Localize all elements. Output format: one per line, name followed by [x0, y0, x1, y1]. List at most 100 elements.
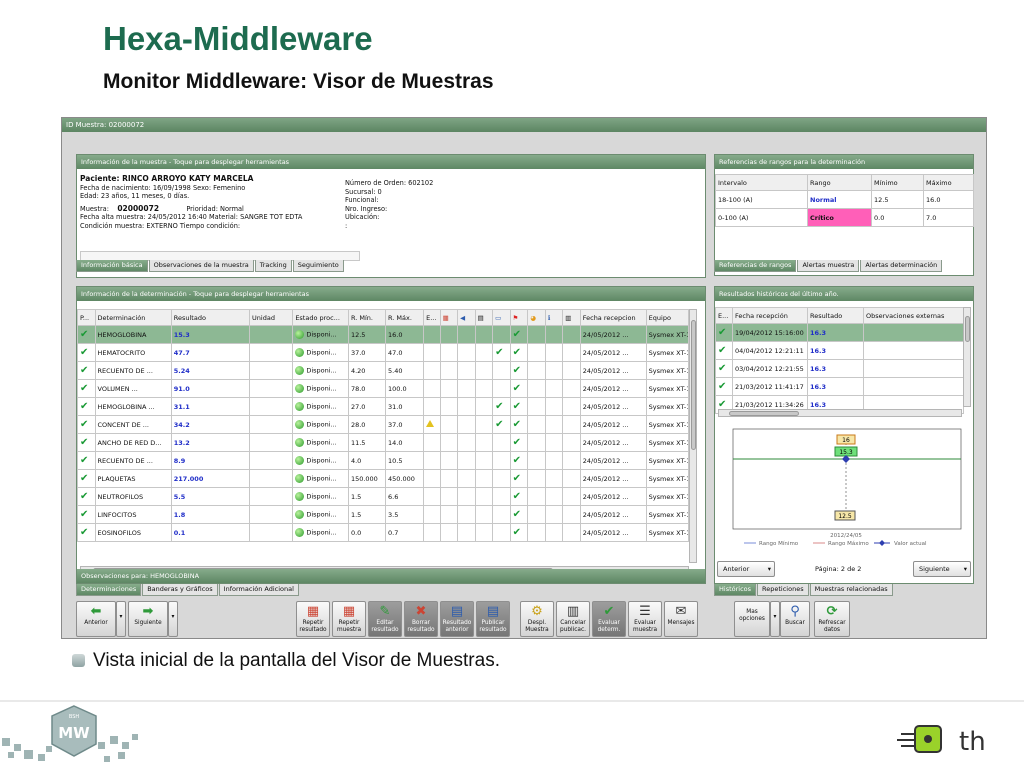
determination-row[interactable]: ✔ VOLUMEN ... 91.0 Disponi... 78.0 100.0 ✔ 24/0…: [77, 379, 690, 398]
tab-determinations[interactable]: Determinaciones: [76, 584, 142, 596]
refresh-button[interactable]: ⟳ Refrescar datos: [814, 601, 850, 637]
history-prev-button[interactable]: Anterior ▾: [717, 561, 775, 577]
history-hscroll[interactable]: [718, 409, 962, 417]
tab-sample-alerts[interactable]: Alertas muestra: [797, 260, 860, 272]
speaker-icon: ◀: [460, 313, 466, 322]
search-button[interactable]: ⚲ Buscar: [780, 601, 810, 637]
col-rmin[interactable]: R. Mín.: [347, 309, 387, 326]
toolbar-button-borrar-resultado[interactable]: ✖ Borrar resultado: [404, 601, 438, 637]
toolbar-button-publicar-resultado[interactable]: ▤ Publicar resultado: [476, 601, 510, 637]
check-icon: ✔: [512, 454, 522, 466]
toolbar-button-resultado-anterior[interactable]: ▤ Resultado anterior: [440, 601, 474, 637]
tab-repetitions[interactable]: Repeticiones: [757, 584, 809, 596]
history-header[interactable]: Resultados históricos del último año.: [715, 287, 973, 301]
determination-row[interactable]: ✔ NEUTROFILOS 5.5 Disponi... 1.5 6.6 ✔ 24/05/20…: [77, 487, 690, 506]
determination-row[interactable]: ✔ ANCHO DE RED D... 13.2 Disponi... 11.5 14.0…: [77, 433, 690, 452]
history-next-button[interactable]: Siguiente ▾: [913, 561, 971, 577]
previous-button[interactable]: ⬅ Anterior: [76, 601, 116, 637]
ranges-header[interactable]: Referencias de rangos para la determinac…: [715, 155, 973, 169]
toolbar-button-evaluar-determ-[interactable]: ✔ Evaluar determ.: [592, 601, 626, 637]
col-reception-date[interactable]: Fecha recepcion: [579, 309, 647, 326]
more-options-button[interactable]: Mas opciones: [734, 601, 770, 637]
determination-row[interactable]: ✔ PLAQUETAS 217.000 Disponi... 150.000 450.00…: [77, 469, 690, 488]
col-max[interactable]: Máximo: [923, 174, 974, 191]
toolbar-button-editar-resultado[interactable]: ✎ Editar resultado: [368, 601, 402, 637]
range-row[interactable]: 18-100 (A) Normal 12.5 16.0: [715, 190, 974, 209]
result-value: 47.7: [173, 348, 190, 357]
observations-bar[interactable]: Observaciones para: HEMOGLOBINA: [77, 569, 705, 583]
determination-row[interactable]: ✔ HEMATOCRITO 47.7 Disponi... 37.0 47.0 ✔ ✔ 24/0…: [77, 343, 690, 362]
toolbar-button-repetir-resultado[interactable]: ▦ Repetir resultado: [296, 601, 330, 637]
determination-row[interactable]: ✔ HEMOGLOBINA 15.3 Disponi... 12.5 16.0 ✔ 24/05…: [77, 325, 690, 344]
col-hist-result[interactable]: Resultado: [807, 307, 864, 324]
col-hist-e[interactable]: E...: [715, 307, 733, 324]
toolbar-icon: ✉: [675, 604, 687, 619]
toolbar-button-evaluar-muestra[interactable]: ☰ Evaluar muestra: [628, 601, 662, 637]
tab-historical[interactable]: Históricos: [714, 584, 757, 596]
sample-info-header[interactable]: Información de la muestra - Toque para d…: [77, 155, 705, 169]
determination-row[interactable]: ✔ CONCENT DE ... 34.2 Disponi... 28.0 37.0 ✔ ✔ 2…: [77, 415, 690, 434]
determination-row[interactable]: ✔ HEMOGLOBINA ... 31.1 Disponi... 27.0 31.0 ✔ ✔…: [77, 397, 690, 416]
history-row[interactable]: ✔ 03/04/2012 12:21:55 16.3: [715, 359, 964, 378]
range-row[interactable]: 0-100 (A) Crítico 0.0 7.0: [715, 208, 974, 227]
history-row[interactable]: ✔ 04/04/2012 12:21:11 16.3: [715, 341, 964, 360]
range-min-value: 78.0: [350, 384, 366, 393]
determination-row[interactable]: ✔ LINFOCITOS 1.8 Disponi... 1.5 3.5 ✔ 24/05/201…: [77, 505, 690, 524]
toolbar-button-cancelar-publicac-[interactable]: ▥ Cancelar publicac.: [556, 601, 590, 637]
col-flag-icon-2[interactable]: ◀: [457, 309, 476, 326]
history-vscroll[interactable]: [963, 307, 971, 407]
col-interval[interactable]: Intervalo: [715, 174, 808, 191]
tab-additional-info[interactable]: Información Adicional: [218, 584, 299, 596]
next-dropdown[interactable]: ▾: [168, 601, 178, 637]
col-unit[interactable]: Unidad: [249, 309, 294, 326]
toolbar-icon: ✖: [415, 604, 427, 619]
col-flag-icon-5[interactable]: ⚑: [509, 309, 529, 326]
col-range[interactable]: Rango: [807, 174, 872, 191]
process-status: Disponi...: [306, 384, 337, 393]
col-flag-icon-8[interactable]: ▥: [562, 309, 581, 326]
determination-row[interactable]: ✔ RECUENTO DE ... 5.24 Disponi... 4.20 5.40 ✔ 2…: [77, 361, 690, 380]
tab-follow-up[interactable]: Seguimiento: [292, 260, 344, 272]
more-options-dropdown[interactable]: ▾: [770, 601, 780, 637]
col-flag-icon-1[interactable]: ▦: [439, 309, 459, 326]
tab-tracking[interactable]: Tracking: [254, 260, 292, 272]
history-row[interactable]: ✔ 19/04/2012 15:16:00 16.3: [715, 323, 964, 342]
toolbar-button-repetir-muestra[interactable]: ▦ Repetir muestra: [332, 601, 366, 637]
history-row[interactable]: ✔ 21/03/2012 11:41:17 16.3: [715, 377, 964, 396]
col-result[interactable]: Resultado: [170, 309, 251, 326]
toolbar-button-despl-muestra[interactable]: ⚙ Despl. Muestra: [520, 601, 554, 637]
tab-determination-alerts[interactable]: Alertas determinación: [860, 260, 943, 272]
check-icon: ✔: [512, 328, 522, 340]
tab-basic-info[interactable]: Información básica: [76, 260, 148, 272]
comment-icon: ▭: [495, 313, 502, 322]
col-min[interactable]: Mínimo: [871, 174, 924, 191]
col-determination[interactable]: Determinación: [94, 309, 172, 326]
tab-sample-observations[interactable]: Observaciones de la muestra: [148, 260, 254, 272]
determination-header[interactable]: Información de la determinación - Toque …: [77, 287, 705, 301]
col-hist-observations[interactable]: Observaciones externas: [863, 307, 964, 324]
tab-related-samples[interactable]: Muestras relacionadas: [809, 584, 893, 596]
col-process-status[interactable]: Estado proc...: [292, 309, 349, 326]
status-ball-icon: [295, 474, 305, 483]
determination-row[interactable]: ✔ RECUENTO DE ... 8.9 Disponi... 4.0 10.5 ✔ 24/…: [77, 451, 690, 470]
col-rmax[interactable]: R. Máx.: [385, 309, 425, 326]
tab-range-references[interactable]: Referencias de rangos: [714, 260, 797, 272]
toolbar-label-2: Muestra: [525, 626, 549, 633]
col-p[interactable]: P...: [77, 309, 96, 326]
next-button[interactable]: ➡ Siguiente: [128, 601, 168, 637]
col-hist-date[interactable]: Fecha recepción: [732, 307, 808, 324]
determinations-vscroll[interactable]: [689, 309, 697, 563]
toolbar-button-mensajes[interactable]: ✉ Mensajes: [664, 601, 698, 637]
col-flag-icon-3[interactable]: ▤: [474, 309, 494, 326]
col-flag-icon-6[interactable]: ◕: [527, 309, 546, 326]
previous-dropdown[interactable]: ▾: [116, 601, 126, 637]
col-equipment[interactable]: Equipo: [645, 309, 690, 326]
determination-row[interactable]: ✔ EOSINOFILOS 0.1 Disponi... 0.0 0.7 ✔ 24/05/20…: [77, 523, 690, 542]
tab-flags-charts[interactable]: Banderas y Gráficos: [142, 584, 218, 596]
col-e[interactable]: E...: [423, 309, 441, 326]
result-value: 5.5: [173, 492, 186, 501]
history-next-label: Siguiente: [919, 565, 950, 573]
col-flag-icon-7[interactable]: ℹ: [544, 309, 564, 326]
col-flag-icon-4[interactable]: ▭: [492, 309, 511, 326]
history-date: 21/03/2012 11:41:17: [735, 382, 804, 391]
